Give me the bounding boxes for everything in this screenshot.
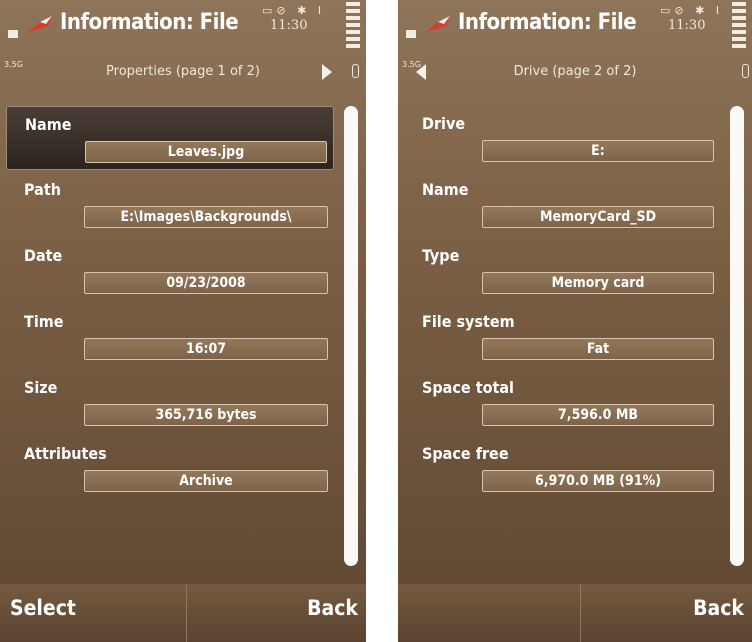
field-space-total[interactable]: Space total 7,596.0 MB	[404, 370, 720, 434]
app-title: Information: File	[458, 10, 637, 35]
clock: 11:30	[668, 18, 706, 33]
field-attributes[interactable]: Attributes Archive	[6, 436, 334, 500]
softkey-bar: Select Back	[0, 584, 366, 642]
battery-icon	[732, 2, 746, 48]
field-value: 6,970.0 MB (91%)	[482, 470, 714, 492]
field-label: Time	[24, 312, 64, 331]
softkey-bar: Back	[398, 584, 752, 642]
softkey-divider	[186, 584, 187, 642]
field-value: MemoryCard_SD	[482, 206, 714, 228]
back-softkey[interactable]: Back	[307, 596, 358, 620]
clock: 11:30	[270, 18, 308, 33]
status-indicators: ▭⊘ ✱ I	[660, 4, 724, 17]
signal-icon	[8, 30, 18, 38]
field-size[interactable]: Size 365,716 bytes	[6, 370, 334, 434]
page-navigation: Properties (page 1 of 2)	[0, 58, 366, 86]
field-value: 16:07	[84, 338, 328, 360]
field-value: Archive	[84, 470, 328, 492]
phone-screen-properties: Information: File ▭⊘ ✱ I 11:30 3.5G Prop…	[0, 0, 366, 642]
phone-screen-drive: Information: File ▭⊘ ✱ I 11:30 3.5G Driv…	[398, 0, 752, 642]
back-softkey[interactable]: Back	[693, 596, 744, 620]
field-value: E:\Images\Backgrounds\	[84, 206, 328, 228]
field-label: Attributes	[24, 444, 107, 463]
select-softkey[interactable]: Select	[10, 596, 76, 620]
field-label: Name	[25, 115, 72, 134]
next-page-arrow-icon[interactable]	[322, 64, 332, 80]
page-title: Properties (page 1 of 2)	[106, 64, 260, 79]
page-indicator-icon	[352, 64, 359, 78]
drive-properties-list: Drive E: Name MemoryCard_SD Type Memory …	[398, 96, 752, 574]
field-label: Date	[24, 246, 63, 265]
field-space-free[interactable]: Space free 6,970.0 MB (91%)	[404, 436, 720, 500]
field-label: Type	[422, 246, 460, 265]
file-manager-icon	[426, 16, 450, 32]
field-value: 09/23/2008	[84, 272, 328, 294]
status-bar: Information: File ▭⊘ ✱ I 11:30 3.5G	[398, 0, 752, 69]
field-label: File system	[422, 312, 515, 331]
properties-list: Name Leaves.jpg Path E:\Images\Backgroun…	[0, 96, 366, 574]
page-title: Drive (page 2 of 2)	[513, 64, 637, 79]
field-label: Name	[422, 180, 469, 199]
scrollbar[interactable]	[344, 106, 358, 566]
field-date[interactable]: Date 09/23/2008	[6, 238, 334, 302]
field-label: Drive	[422, 114, 466, 133]
field-file-system[interactable]: File system Fat	[404, 304, 720, 368]
page-navigation: Drive (page 2 of 2)	[398, 58, 752, 86]
field-path[interactable]: Path E:\Images\Backgrounds\	[6, 172, 334, 236]
field-drive[interactable]: Drive E:	[404, 106, 720, 170]
field-value: Memory card	[482, 272, 714, 294]
field-label: Space free	[422, 444, 509, 463]
field-value: 7,596.0 MB	[482, 404, 714, 426]
field-name[interactable]: Name MemoryCard_SD	[404, 172, 720, 236]
field-value: E:	[482, 140, 714, 162]
field-name[interactable]: Name Leaves.jpg	[6, 106, 334, 170]
battery-icon	[346, 2, 360, 48]
field-label: Size	[24, 378, 58, 397]
file-manager-icon	[28, 16, 52, 32]
field-label: Space total	[422, 378, 514, 397]
field-value: Fat	[482, 338, 714, 360]
field-type[interactable]: Type Memory card	[404, 238, 720, 302]
app-title: Information: File	[60, 10, 239, 35]
field-value: Leaves.jpg	[85, 141, 327, 163]
softkey-divider	[580, 584, 581, 642]
status-indicators: ▭⊘ ✱ I	[262, 4, 326, 17]
field-time[interactable]: Time 16:07	[6, 304, 334, 368]
signal-icon	[406, 30, 416, 38]
status-bar: Information: File ▭⊘ ✱ I 11:30 3.5G	[0, 0, 366, 69]
field-label: Path	[24, 180, 61, 199]
field-value: 365,716 bytes	[84, 404, 328, 426]
page-indicator-icon	[742, 64, 749, 78]
scrollbar[interactable]	[730, 106, 744, 566]
